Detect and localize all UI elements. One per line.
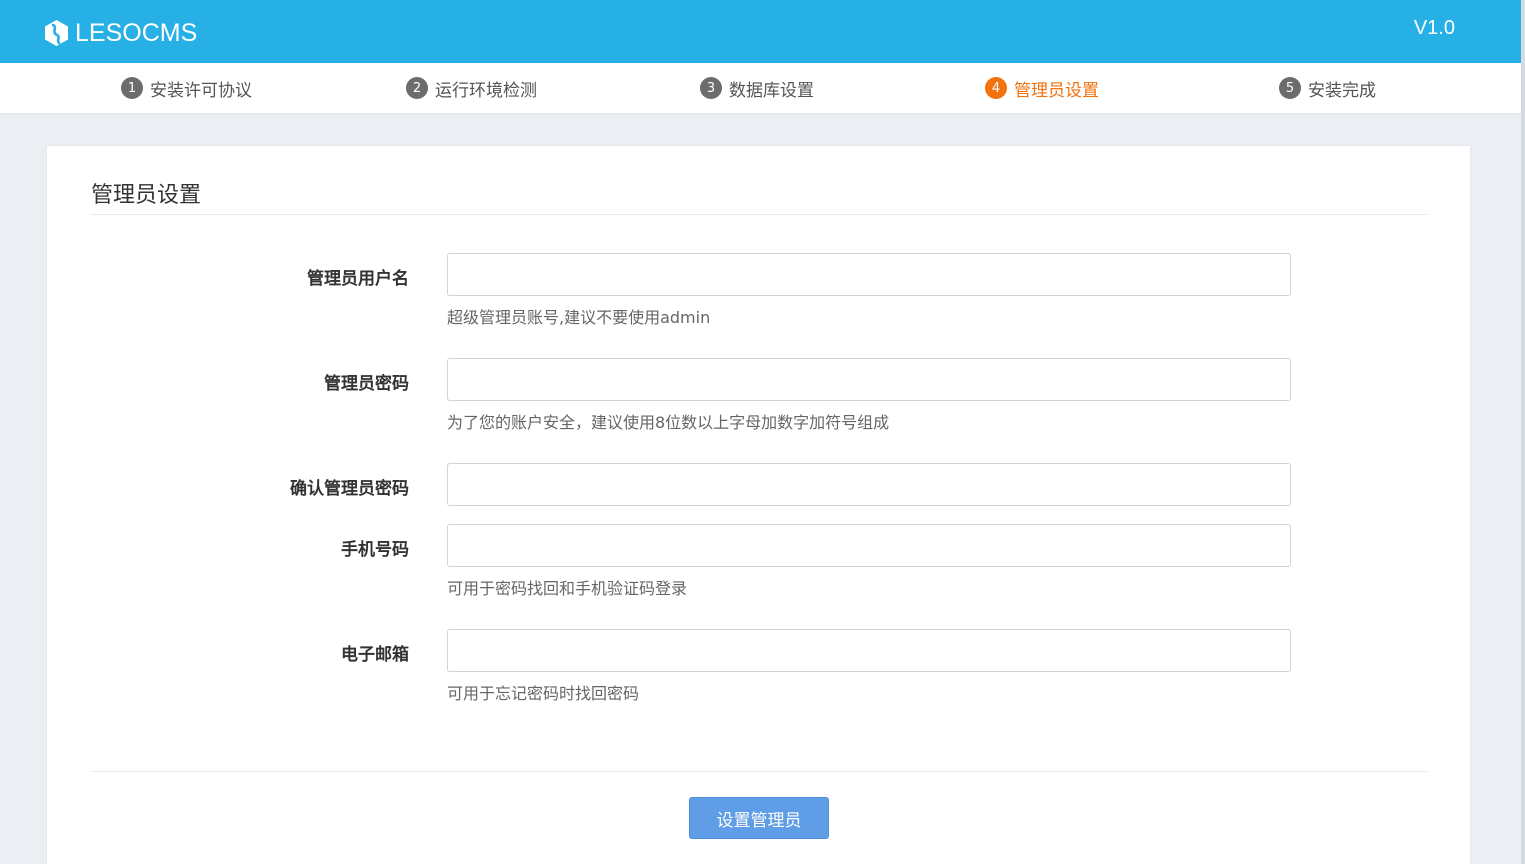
set-admin-button[interactable]: 设置管理员 xyxy=(689,797,829,839)
password-hint: 为了您的账户安全，建议使用8位数以上字母加数字加符号组成 xyxy=(447,413,890,432)
email-label: 电子邮箱 xyxy=(341,645,409,665)
password-label: 管理员密码 xyxy=(324,374,409,394)
top-header: LESOCMS V1.0 xyxy=(0,0,1521,63)
version-label: V1.0 xyxy=(1413,17,1455,39)
step-license: 1 安装许可协议 xyxy=(121,76,252,101)
phone-label: 手机号码 xyxy=(341,540,409,560)
page-title: 管理员设置 xyxy=(91,183,202,208)
step-admin-setup: 4 管理员设置 xyxy=(985,76,1099,101)
username-hint: 超级管理员账号,建议不要使用admin xyxy=(447,308,711,327)
install-steps-bar: 1 安装许可协议 2 运行环境检测 3 数据库设置 4 管理员设置 5 安装完成 xyxy=(0,63,1521,113)
title-divider xyxy=(91,214,1427,215)
phone-input[interactable] xyxy=(447,524,1291,567)
step-number: 5 xyxy=(1279,77,1301,99)
phone-hint: 可用于密码找回和手机验证码登录 xyxy=(447,579,688,598)
logo-text: LESOCMS xyxy=(75,18,198,47)
step-number: 4 xyxy=(985,77,1007,99)
email-hint: 可用于忘记密码时找回密码 xyxy=(447,684,640,703)
admin-setup-card: 管理员设置 管理员用户名 超级管理员账号,建议不要使用admin 管理员密码 为… xyxy=(46,145,1471,864)
step-label: 安装完成 xyxy=(1308,80,1376,101)
step-label: 运行环境检测 xyxy=(435,80,537,101)
confirm-password-label: 确认管理员密码 xyxy=(290,479,409,499)
username-input[interactable] xyxy=(447,253,1291,296)
step-number: 1 xyxy=(121,77,143,99)
step-complete: 5 安装完成 xyxy=(1279,76,1376,101)
step-environment-check: 2 运行环境检测 xyxy=(406,76,537,101)
step-label: 数据库设置 xyxy=(729,80,814,101)
app-logo: LESOCMS xyxy=(44,18,197,48)
step-label: 安装许可协议 xyxy=(150,80,252,101)
email-input[interactable] xyxy=(447,629,1291,672)
confirm-password-input[interactable] xyxy=(447,463,1291,506)
step-number: 2 xyxy=(406,77,428,99)
window-edge xyxy=(1521,0,1525,864)
step-label: 管理员设置 xyxy=(1014,80,1099,101)
step-database: 3 数据库设置 xyxy=(700,76,814,101)
password-input[interactable] xyxy=(447,358,1291,401)
logo-icon xyxy=(45,20,68,46)
username-label: 管理员用户名 xyxy=(307,269,409,289)
step-number: 3 xyxy=(700,77,722,99)
form-footer-divider xyxy=(91,771,1427,772)
